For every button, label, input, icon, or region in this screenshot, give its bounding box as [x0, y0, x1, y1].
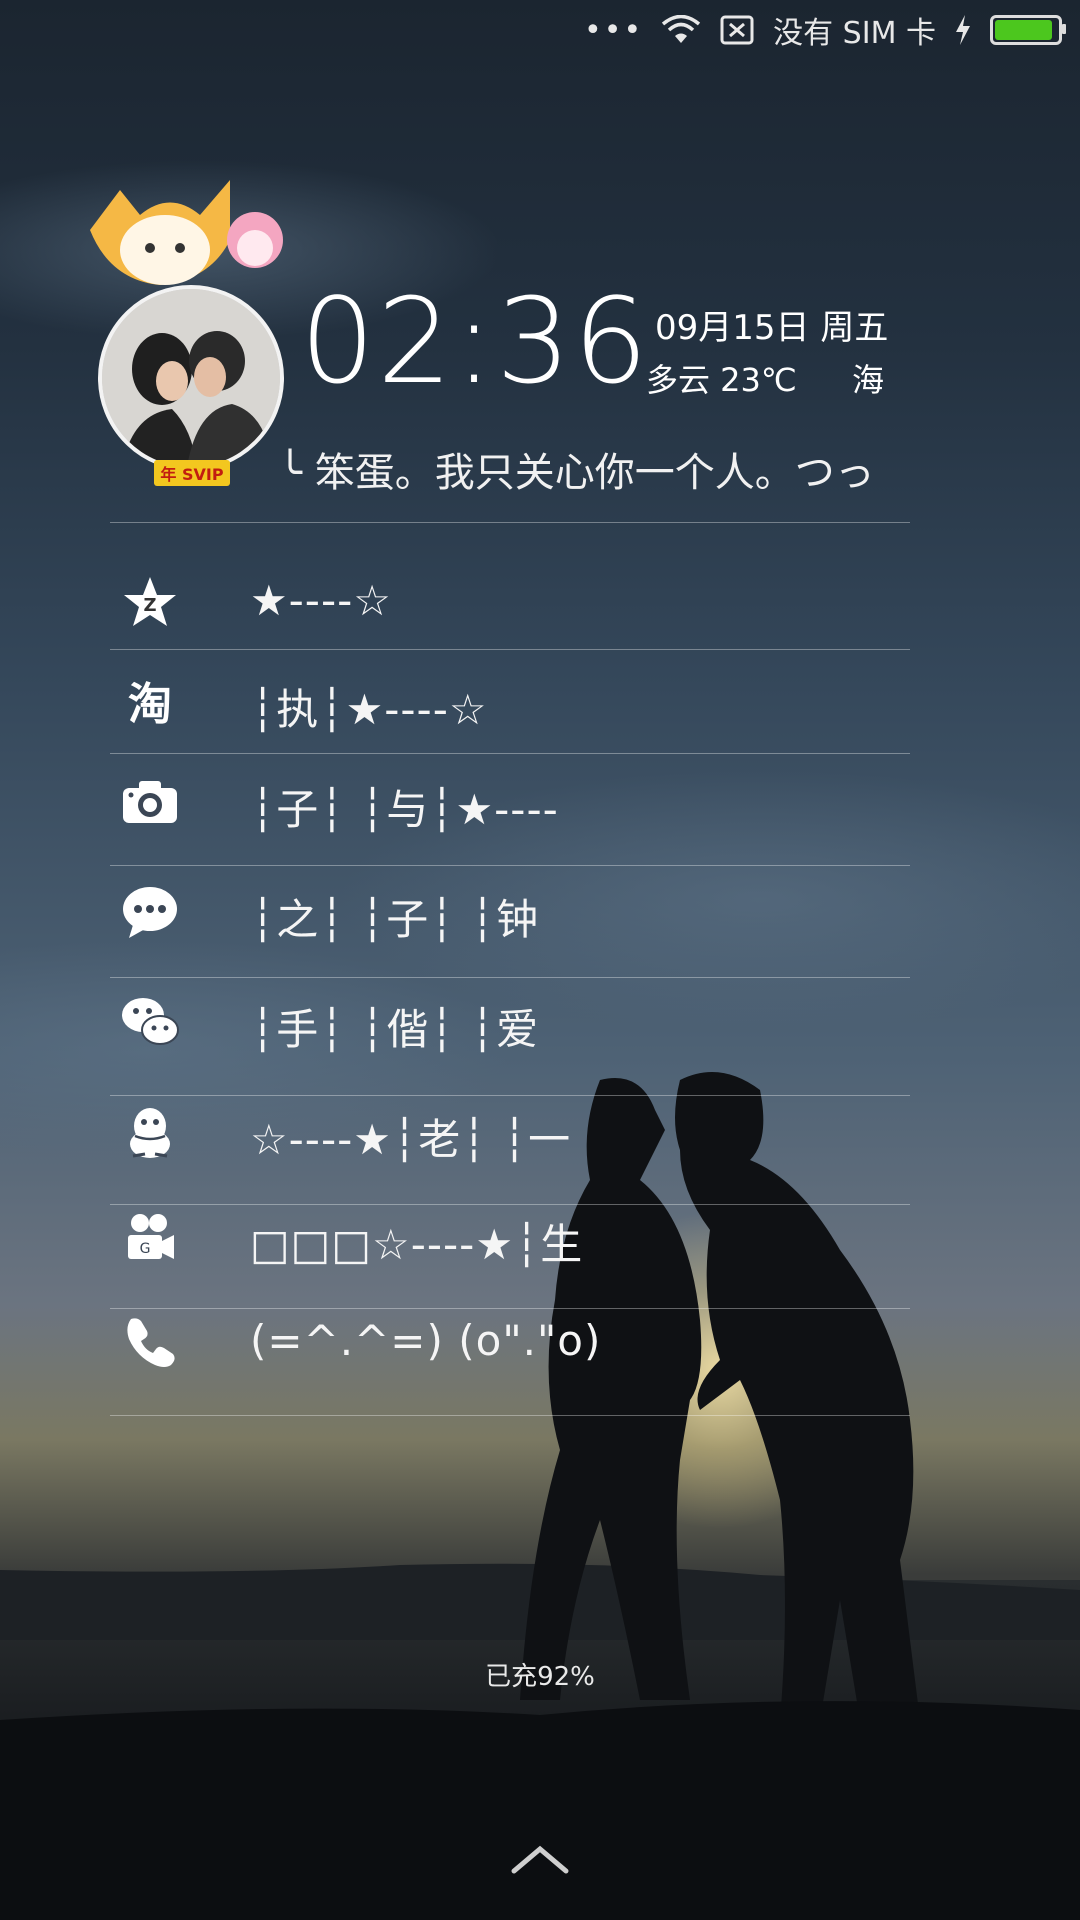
avatar-photo [102, 289, 280, 467]
status-bar: ••• 没有 SIM 卡 [0, 0, 1080, 60]
divider [110, 522, 910, 523]
battery-icon [990, 15, 1066, 45]
shortcut-row[interactable]: G □□□☆----★┆生 [110, 1197, 910, 1277]
avatar[interactable] [98, 285, 284, 471]
shortcut-label: ☆----★┆老┆ ┆一 [250, 1115, 572, 1164]
camera-icon[interactable] [110, 772, 190, 832]
shortcut-label: ┆子┆ ┆与┆★---- [250, 785, 559, 834]
divider [110, 977, 910, 978]
avatar-widget[interactable]: 年 SVIP [80, 170, 300, 490]
shortcut-row[interactable]: (=^.^=) (o"."o) [110, 1302, 910, 1382]
divider [110, 865, 910, 866]
shortcut-row[interactable]: Z ★----☆ [110, 562, 910, 642]
shortcut-label: ┆执┆★----☆ [250, 685, 488, 734]
wechat-icon[interactable] [110, 992, 190, 1052]
battery-level-fill [995, 20, 1053, 40]
shortcut-label: ┆手┆ ┆偕┆ ┆爱 [250, 1005, 540, 1054]
vip-badge: 年 SVIP [154, 460, 230, 486]
shortcut-label: ★----☆ [250, 576, 392, 625]
divider [110, 753, 910, 754]
clock-date: 09月15日 周五 [655, 308, 889, 348]
charging-bolt-icon [956, 15, 970, 45]
qzone-star-icon[interactable]: Z [110, 572, 190, 632]
swipe-up-chevron-icon[interactable] [510, 1845, 570, 1875]
notification-dots: ••• [584, 12, 644, 48]
sim-status-text: 没有 SIM 卡 [773, 16, 936, 51]
shortcut-row[interactable]: ☆----★┆老┆ ┆一 [110, 1092, 910, 1172]
svg-text:淘: 淘 [128, 679, 172, 727]
taobao-icon[interactable]: 淘 [110, 672, 190, 732]
messages-icon[interactable] [110, 882, 190, 942]
weather-region: 海 [852, 361, 885, 399]
divider [110, 649, 910, 650]
wifi-icon [662, 15, 701, 43]
shortcut-row[interactable]: ┆之┆ ┆子┆ ┆钟 [110, 872, 910, 952]
svg-text:G: G [140, 1241, 151, 1257]
phone-icon[interactable] [110, 1312, 190, 1372]
no-sim-icon [720, 15, 754, 45]
shortcut-label: ┆之┆ ┆子┆ ┆钟 [250, 895, 540, 944]
clock-time: 02:36 [300, 272, 651, 410]
shortcut-row[interactable]: ┆手┆ ┆偕┆ ┆爱 [110, 982, 910, 1062]
shortcut-label: (=^.^=) (o"."o) [250, 1316, 602, 1365]
weather-text: 多云 23℃ [646, 361, 797, 399]
shortcut-row[interactable]: 淘 ┆执┆★----☆ [110, 662, 910, 742]
signature-motto: ╰ 笨蛋。我只关心你一个人。つっ [278, 450, 875, 496]
qq-penguin-icon[interactable] [110, 1102, 190, 1162]
charging-status: 已充92% [485, 1662, 595, 1692]
shortcut-label: □□□☆----★┆生 [250, 1220, 584, 1269]
video-camera-icon[interactable]: G [110, 1207, 190, 1267]
svg-text:Z: Z [143, 595, 156, 616]
shortcut-row[interactable]: ┆子┆ ┆与┆★---- [110, 762, 910, 842]
divider [110, 1415, 910, 1416]
